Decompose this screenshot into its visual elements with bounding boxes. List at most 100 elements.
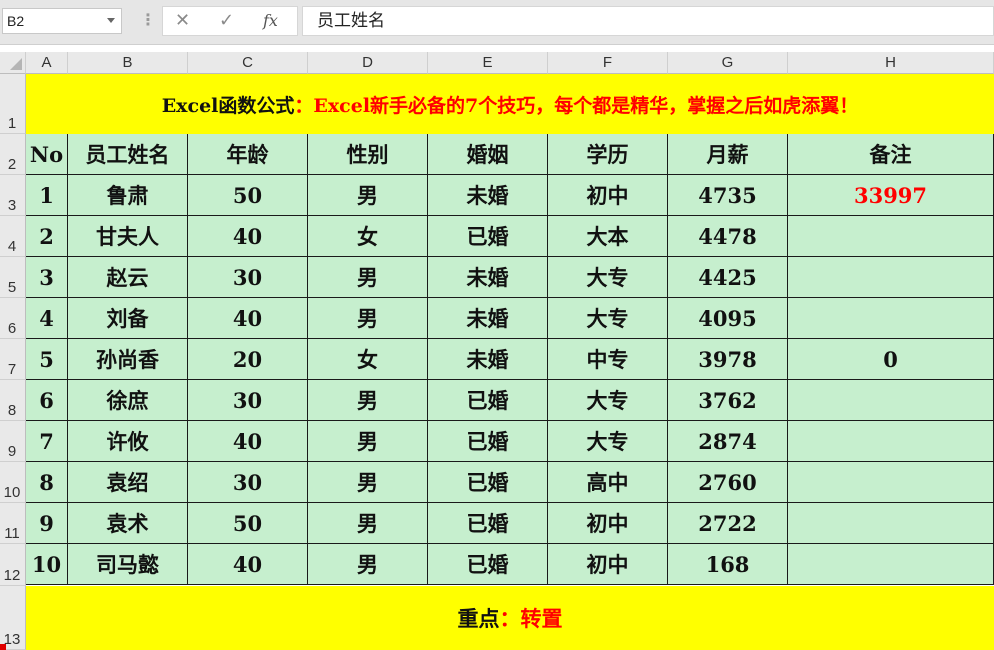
table-cell[interactable]: 已婚 [428, 462, 548, 503]
row-header[interactable]: 5 [0, 257, 26, 298]
row-header[interactable]: 13 [0, 586, 26, 650]
row-header[interactable]: 2 [0, 134, 26, 175]
table-cell[interactable]: 6 [26, 380, 68, 421]
select-all-corner[interactable] [0, 52, 26, 74]
table-cell[interactable]: 大专 [548, 298, 668, 339]
name-box[interactable]: B2 [2, 8, 122, 34]
table-cell[interactable] [788, 257, 994, 298]
table-cell[interactable] [788, 298, 994, 339]
table-cell[interactable]: 20 [188, 339, 308, 380]
table-cell[interactable]: 男 [308, 298, 428, 339]
table-cell[interactable]: 初中 [548, 175, 668, 216]
table-cell[interactable]: 3 [26, 257, 68, 298]
table-cell[interactable] [788, 421, 994, 462]
row-header[interactable]: 1 [0, 74, 26, 134]
table-cell[interactable]: 女 [308, 339, 428, 380]
table-cell[interactable]: 男 [308, 462, 428, 503]
table-cell[interactable]: 男 [308, 544, 428, 585]
table-cell[interactable]: 3978 [668, 339, 788, 380]
table-cell[interactable]: 7 [26, 421, 68, 462]
table-cell[interactable]: 33997 [788, 175, 994, 216]
table-cell[interactable] [788, 503, 994, 544]
table-cell[interactable]: 4095 [668, 298, 788, 339]
footer-cell[interactable]: 重点 ：转置 [26, 586, 994, 650]
table-cell[interactable]: 刘备 [68, 298, 188, 339]
table-cell[interactable]: 男 [308, 175, 428, 216]
row-header[interactable]: 11 [0, 503, 26, 544]
table-cell[interactable]: 孙尚香 [68, 339, 188, 380]
column-header[interactable]: C [188, 52, 308, 74]
table-cell[interactable]: 中专 [548, 339, 668, 380]
table-cell[interactable]: 40 [188, 421, 308, 462]
table-cell[interactable]: 男 [308, 421, 428, 462]
table-cell[interactable]: 2760 [668, 462, 788, 503]
table-cell[interactable]: 30 [188, 380, 308, 421]
table-cell[interactable]: 男 [308, 257, 428, 298]
table-cell[interactable]: 2874 [668, 421, 788, 462]
header-cell[interactable]: 员工姓名 [68, 134, 188, 175]
table-cell[interactable]: 已婚 [428, 421, 548, 462]
table-cell[interactable]: 男 [308, 503, 428, 544]
table-cell[interactable]: 大专 [548, 257, 668, 298]
row-header[interactable]: 6 [0, 298, 26, 339]
table-cell[interactable]: 4 [26, 298, 68, 339]
table-cell[interactable]: 未婚 [428, 257, 548, 298]
table-cell[interactable]: 鲁肃 [68, 175, 188, 216]
header-cell[interactable]: 月薪 [668, 134, 788, 175]
table-cell[interactable]: 许攸 [68, 421, 188, 462]
row-header[interactable]: 12 [0, 544, 26, 586]
table-cell[interactable]: 9 [26, 503, 68, 544]
table-cell[interactable]: 大专 [548, 380, 668, 421]
formula-input[interactable]: 员工姓名 [302, 6, 994, 36]
table-cell[interactable]: 大专 [548, 421, 668, 462]
table-cell[interactable]: 168 [668, 544, 788, 585]
table-cell[interactable]: 女 [308, 216, 428, 257]
row-header[interactable]: 10 [0, 462, 26, 503]
row-header[interactable]: 3 [0, 175, 26, 216]
table-cell[interactable] [788, 380, 994, 421]
table-cell[interactable] [788, 462, 994, 503]
header-cell[interactable]: 备注 [788, 134, 994, 175]
table-cell[interactable]: 0 [788, 339, 994, 380]
table-cell[interactable]: 已婚 [428, 216, 548, 257]
table-cell[interactable]: 30 [188, 257, 308, 298]
table-cell[interactable]: 8 [26, 462, 68, 503]
table-cell[interactable]: 甘夫人 [68, 216, 188, 257]
table-cell[interactable]: 高中 [548, 462, 668, 503]
column-header[interactable]: D [308, 52, 428, 74]
table-cell[interactable]: 未婚 [428, 175, 548, 216]
table-cell[interactable]: 50 [188, 175, 308, 216]
column-header[interactable]: F [548, 52, 668, 74]
row-header[interactable]: 4 [0, 216, 26, 257]
table-cell[interactable]: 4735 [668, 175, 788, 216]
table-cell[interactable]: 40 [188, 216, 308, 257]
header-cell[interactable]: 婚姻 [428, 134, 548, 175]
table-cell[interactable]: 初中 [548, 503, 668, 544]
table-cell[interactable]: 已婚 [428, 380, 548, 421]
table-cell[interactable]: 已婚 [428, 503, 548, 544]
table-cell[interactable]: 2 [26, 216, 68, 257]
table-cell[interactable]: 1 [26, 175, 68, 216]
table-cell[interactable]: 赵云 [68, 257, 188, 298]
table-cell[interactable]: 已婚 [428, 544, 548, 585]
table-cell[interactable]: 40 [188, 544, 308, 585]
table-cell[interactable]: 3762 [668, 380, 788, 421]
header-cell[interactable]: 性别 [308, 134, 428, 175]
table-cell[interactable]: 徐庶 [68, 380, 188, 421]
check-icon[interactable]: ✓ [219, 9, 234, 33]
column-header[interactable]: E [428, 52, 548, 74]
table-cell[interactable]: 男 [308, 380, 428, 421]
title-cell[interactable]: Excel函数公式 ：Excel新手必备的7个技巧，每个都是精华，掌握之后如虎添翼… [26, 74, 994, 134]
row-header[interactable]: 9 [0, 421, 26, 462]
table-cell[interactable] [788, 544, 994, 585]
table-cell[interactable]: 4478 [668, 216, 788, 257]
cancel-icon[interactable]: ✕ [175, 9, 190, 33]
header-cell[interactable]: 学历 [548, 134, 668, 175]
header-cell[interactable]: 年龄 [188, 134, 308, 175]
header-cell[interactable]: No [26, 134, 68, 175]
table-cell[interactable]: 袁绍 [68, 462, 188, 503]
row-header[interactable]: 7 [0, 339, 26, 380]
table-cell[interactable]: 初中 [548, 544, 668, 585]
table-cell[interactable]: 10 [26, 544, 68, 585]
table-cell[interactable]: 袁术 [68, 503, 188, 544]
